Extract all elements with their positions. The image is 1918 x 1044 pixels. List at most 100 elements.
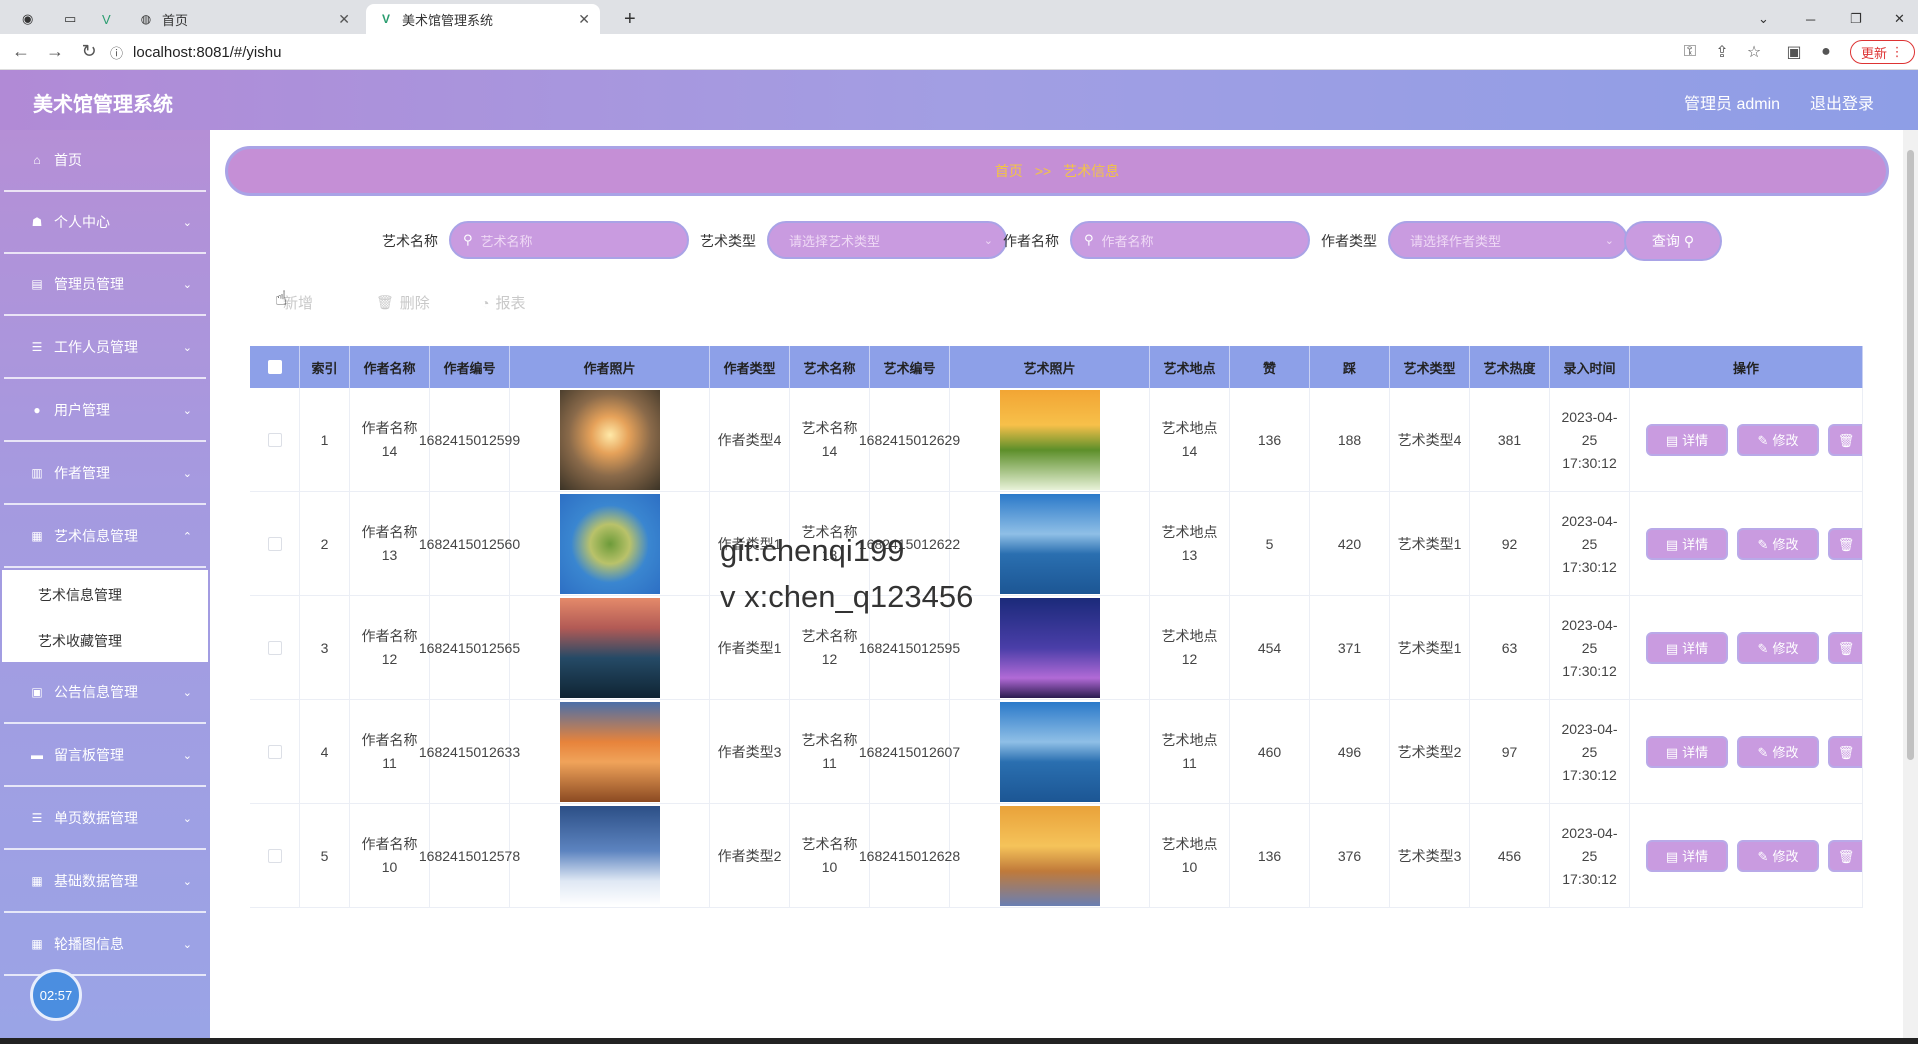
author-type-select[interactable]: 请选择作者类型 ⌄ — [1388, 221, 1628, 259]
address-bar[interactable]: ⓘ localhost:8081/#/yishu — [110, 40, 281, 64]
chevron-down-icon: ⌄ — [182, 686, 192, 699]
watermark-line: git:chenqi199 — [720, 533, 905, 568]
sidebar-item[interactable]: ▣ 公告信息管理 ⌄ — [4, 662, 206, 724]
sidebar-item[interactable]: ▥ 作者管理 ⌄ — [4, 443, 206, 505]
pencil-icon: ✎ — [1757, 744, 1769, 760]
share-icon[interactable]: ⇪ — [1712, 42, 1732, 62]
operations-cell: ▤ 详情 ✎ 修改 🗑 — [1630, 596, 1863, 700]
sidepanel-icon[interactable]: ▣ — [1784, 42, 1804, 62]
tab-art-system[interactable]: V 美术馆管理系统 ✕ — [366, 4, 600, 34]
detail-button[interactable]: ▤ 详情 — [1646, 632, 1728, 664]
add-button[interactable]: 新增 — [283, 292, 313, 313]
sidebar-item[interactable]: ● 用户管理 ⌄ — [4, 380, 206, 442]
sidebar-item-label: 艺术信息管理 — [54, 528, 138, 544]
sidebar-item-label: 首页 — [54, 152, 82, 168]
edit-button[interactable]: ✎ 修改 — [1737, 840, 1819, 872]
detail-button[interactable]: ▤ 详情 — [1646, 840, 1728, 872]
operations-cell: ▤ 详情 ✎ 修改 🗑 — [1630, 804, 1863, 908]
art-type-cell: 艺术类型2 — [1390, 700, 1470, 804]
scrollbar[interactable] — [1903, 130, 1918, 1044]
back-icon[interactable]: ← — [8, 39, 34, 65]
detail-button[interactable]: ▤ 详情 — [1646, 736, 1728, 768]
sidebar-item[interactable]: ☗ 个人中心 ⌄ — [4, 192, 206, 254]
edit-button[interactable]: ✎ 修改 — [1737, 632, 1819, 664]
author-type-cell: 作者类型4 — [710, 388, 790, 492]
chevron-down-icon: ⌄ — [182, 938, 192, 951]
report-label: 报表 — [495, 295, 526, 312]
author-no-cell: 1682415012578 — [419, 804, 520, 908]
star-icon[interactable]: ☆ — [1744, 42, 1764, 62]
new-tab-icon[interactable]: + — [612, 4, 642, 34]
reload-icon[interactable]: ↻ — [76, 39, 102, 65]
minimize-icon[interactable]: ─ — [1794, 4, 1824, 34]
edit-button[interactable]: ✎ 修改 — [1737, 528, 1819, 560]
select-all-checkbox[interactable] — [267, 360, 282, 374]
delete-row-button[interactable]: 🗑 — [1828, 840, 1862, 872]
update-button[interactable]: 更新 ⋮ — [1850, 40, 1915, 64]
detail-button[interactable]: ▤ 详情 — [1646, 424, 1728, 456]
location-cell: 艺术地点13 — [1150, 492, 1230, 596]
author-name-input[interactable]: ⚲ 作者名称 — [1070, 221, 1310, 259]
edit-button[interactable]: ✎ 修改 — [1737, 424, 1819, 456]
sidebar-item[interactable]: ▤ 管理员管理 ⌄ — [4, 254, 206, 316]
delete-row-button[interactable]: 🗑 — [1828, 632, 1862, 664]
row-checkbox[interactable] — [267, 745, 282, 759]
vue-tab-icon[interactable]: V — [90, 4, 120, 34]
profile-icon[interactable]: ● — [1816, 42, 1836, 62]
key-icon[interactable]: ⚿ — [1680, 42, 1700, 62]
tab-list-icon[interactable]: ⌄ — [1746, 4, 1776, 34]
sidebar-item[interactable]: ☰ 单页数据管理 ⌄ — [4, 788, 206, 850]
submenu-item-art-info[interactable]: 艺术信息管理 — [38, 585, 122, 605]
close-icon[interactable]: ✕ — [578, 11, 590, 28]
art-photo-cell — [950, 596, 1150, 700]
submenu-item-art-collection[interactable]: 艺术收藏管理 — [38, 631, 122, 651]
delete-button[interactable]: 🗑 删除 — [376, 292, 430, 313]
row-checkbox[interactable] — [267, 433, 282, 447]
row-checkbox[interactable] — [267, 537, 282, 551]
author-photo — [559, 806, 660, 906]
restore-icon[interactable]: ❐ — [1838, 4, 1868, 34]
logout-link[interactable]: 退出登录 — [1810, 90, 1874, 114]
table-header: 索引 作者名称 作者编号 作者照片 作者类型 艺术名称 艺术编号 艺术照片 艺术地点赞踩艺术类型… — [250, 346, 1863, 388]
operations-cell: ▤ 详情 ✎ 修改 🗑 — [1630, 492, 1863, 596]
window-close-icon[interactable]: ✕ — [1882, 4, 1912, 34]
art-name-input[interactable]: ⚲ 艺术名称 — [449, 221, 689, 259]
browser-toolbar: ← → ↻ ⓘ localhost:8081/#/yishu ⚿ ⇪ ☆ ▣ ● — [0, 34, 1918, 70]
breadcrumb-home[interactable]: 首页 — [995, 161, 1023, 181]
art-type-select[interactable]: 请选择艺术类型 ⌄ — [767, 221, 1007, 259]
art-photo — [999, 806, 1100, 906]
sidebar-item-label: 单页数据管理 — [54, 810, 138, 826]
detail-button-label: 详情 — [1682, 848, 1709, 864]
row-checkbox[interactable] — [267, 641, 282, 655]
blank-tab-icon[interactable]: ▭ — [52, 4, 82, 34]
sidebar-item[interactable]: ▬ 留言板管理 ⌄ — [4, 725, 206, 787]
scroll-thumb[interactable] — [1907, 150, 1914, 760]
sidebar-item[interactable]: ▦ 基础数据管理 ⌄ — [4, 851, 206, 913]
edit-button-label: 修改 — [1772, 640, 1799, 656]
search-icon: ⚲ — [1084, 232, 1094, 247]
sidebar-item-label: 基础数据管理 — [54, 873, 138, 889]
close-icon[interactable]: ✕ — [338, 11, 350, 28]
edit-button[interactable]: ✎ 修改 — [1737, 736, 1819, 768]
sidebar-item[interactable]: ▦ 轮播图信息 ⌄ — [4, 914, 206, 976]
delete-row-button[interactable]: 🗑 — [1828, 528, 1862, 560]
row-checkbox[interactable] — [267, 849, 282, 863]
author-photo-cell — [510, 804, 710, 908]
delete-row-button[interactable]: 🗑 — [1828, 736, 1862, 768]
column-header: 操作 — [1630, 346, 1863, 388]
column-header: 艺术热度 — [1470, 346, 1550, 388]
tab-home[interactable]: ◍ 首页 ✕ — [126, 4, 360, 34]
detail-button[interactable]: ▤ 详情 — [1646, 528, 1728, 560]
user-icon: ☗ — [31, 215, 43, 229]
sidebar-item[interactable]: ▦ 艺术信息管理 ⌃ — [4, 506, 206, 568]
browser-menu-icon[interactable]: ◉ — [10, 4, 44, 34]
sidebar-item[interactable]: ☰ 工作人员管理 ⌄ — [4, 317, 206, 379]
delete-row-button[interactable]: 🗑 — [1828, 424, 1862, 456]
report-button[interactable]: ◔ 报表 — [481, 292, 525, 313]
sidebar-item[interactable]: ⌂ 首页 — [4, 130, 206, 192]
chevron-down-icon: ⌄ — [182, 875, 192, 888]
forward-icon[interactable]: → — [42, 39, 68, 65]
chevron-down-icon: ⌄ — [182, 812, 192, 825]
trash-icon: 🗑 — [1837, 432, 1855, 448]
search-button[interactable]: 查询 ⚲ — [1624, 221, 1722, 261]
